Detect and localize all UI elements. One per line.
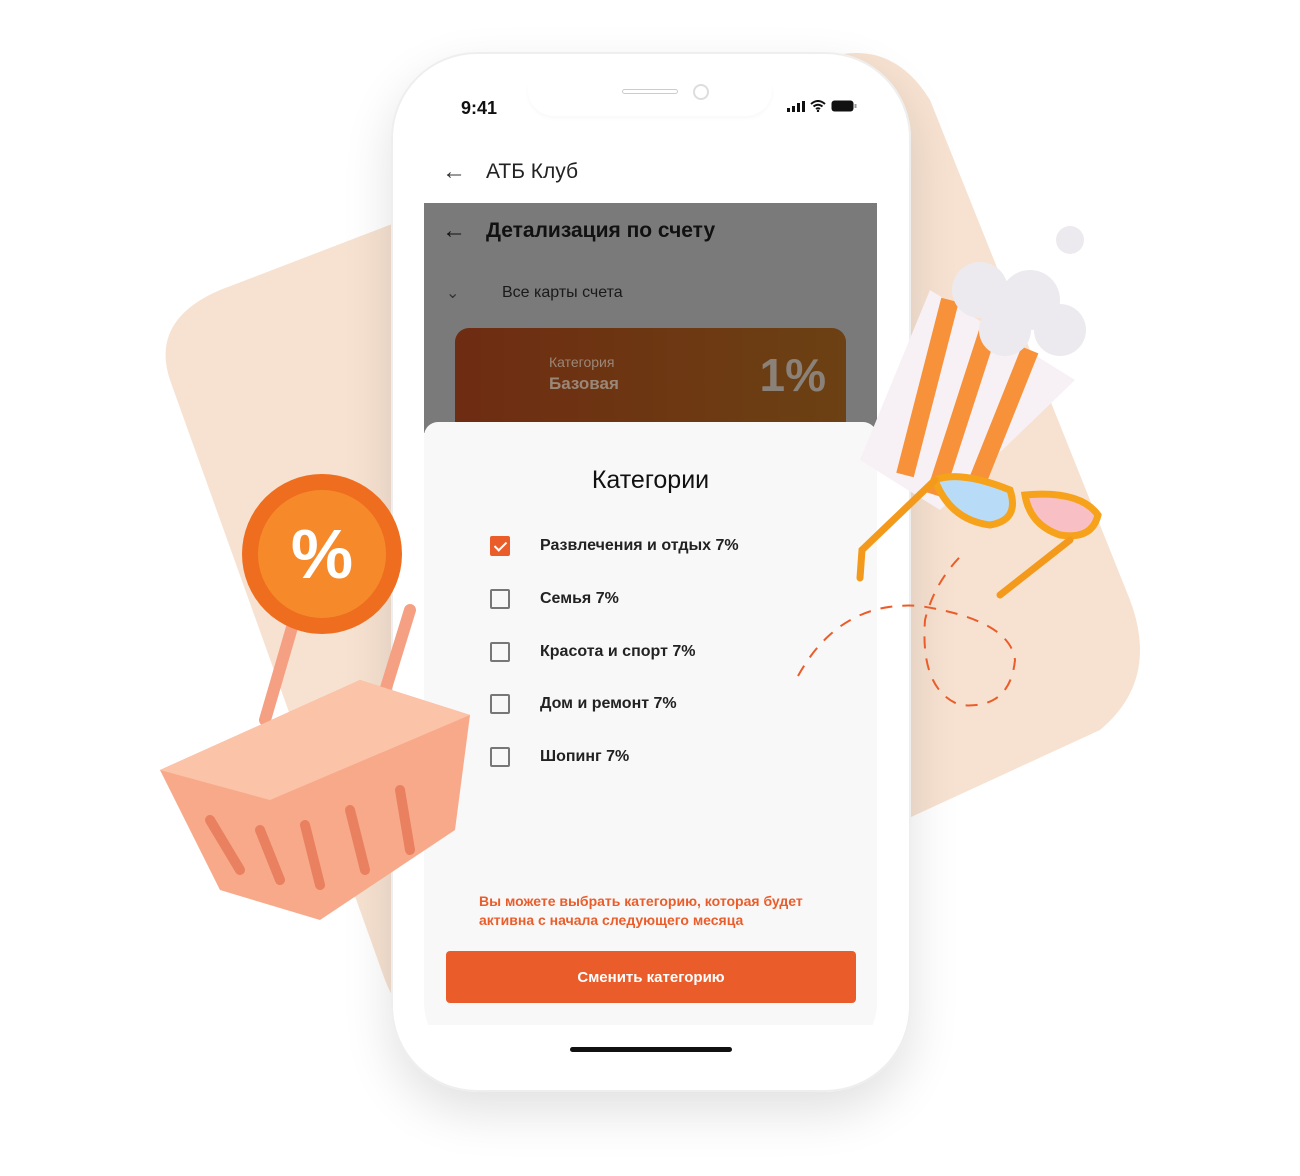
wifi-icon <box>810 100 826 112</box>
categories-bottom-sheet: Категории Развлечения и отдых 7% Семья 7… <box>424 422 877 1025</box>
cards-selector-label: Все карты счета <box>502 284 623 301</box>
home-indicator <box>570 1047 732 1052</box>
option-label: Семья 7% <box>540 590 619 607</box>
status-time: 9:41 <box>461 98 498 118</box>
battery-icon <box>831 100 857 112</box>
option-label: Дом и ремонт 7% <box>540 695 677 712</box>
dimmed-background-screen: ← Детализация по счету ⌄ Все карты счета К… <box>424 203 877 448</box>
info-note: Вы можете выбрать категорию, которая буд… <box>479 893 803 928</box>
category-option[interactable]: Шопинг 7% <box>490 747 629 767</box>
checkbox[interactable] <box>490 642 510 662</box>
change-category-button[interactable]: Сменить категорию <box>446 951 856 1003</box>
camera <box>693 84 709 100</box>
card-percent: 1% <box>759 349 826 401</box>
category-option[interactable]: Красота и спорт 7% <box>490 642 695 662</box>
back-arrow-icon[interactable]: ← <box>442 158 486 186</box>
category-option[interactable]: Дом и ремонт 7% <box>490 694 677 714</box>
status-bar: 9:41 <box>424 84 877 140</box>
phone-screen: 9:41 ← АТБ Клуб ← Детализация по счету ⌄ В… <box>424 84 877 1059</box>
option-label: Красота и спорт 7% <box>540 643 696 660</box>
app-header: ← АТБ Клуб <box>424 140 877 203</box>
option-label: Развлечения и отдых 7% <box>540 537 739 554</box>
detail-title: Детализация по счету <box>486 219 716 242</box>
checkbox[interactable] <box>490 589 510 609</box>
cards-selector[interactable]: ⌄ Все карты счета <box>446 283 623 303</box>
notch <box>528 84 772 116</box>
category-option[interactable]: Развлечения и отдых 7% <box>490 536 739 556</box>
card-label: Категория <box>549 354 615 370</box>
checkbox-checked[interactable] <box>490 536 510 556</box>
card-value: Базовая <box>549 374 619 393</box>
checkbox[interactable] <box>490 747 510 767</box>
app-title: АТБ Клуб <box>486 159 579 183</box>
sheet-title: Категории <box>591 466 710 494</box>
checkbox[interactable] <box>490 694 510 714</box>
back-arrow-icon[interactable]: ← <box>442 217 486 245</box>
signal-icon <box>787 100 805 112</box>
speaker <box>622 89 678 94</box>
chevron-down-icon: ⌄ <box>446 285 460 302</box>
option-label: Шопинг 7% <box>540 748 630 765</box>
category-option[interactable]: Семья 7% <box>490 589 619 609</box>
